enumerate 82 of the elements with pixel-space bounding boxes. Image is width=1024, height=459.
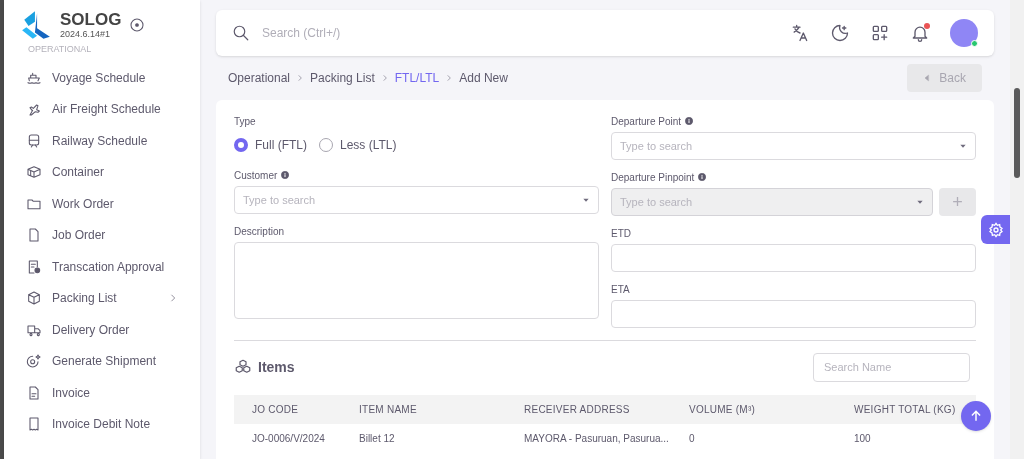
search-field[interactable]: Search (Ctrl+/) bbox=[262, 24, 770, 42]
sidebar-item[interactable]: Packing List bbox=[4, 282, 200, 314]
caret-left-icon bbox=[923, 74, 932, 82]
menu-item-icon bbox=[26, 227, 42, 244]
section-heading: OPERATIONAL bbox=[27, 44, 93, 54]
search-bar[interactable]: Search (Ctrl+/) bbox=[216, 10, 994, 56]
menu-item-icon bbox=[26, 353, 42, 370]
avatar[interactable] bbox=[950, 19, 978, 47]
sidebar-item[interactable]: Generate Shipment bbox=[4, 345, 200, 377]
dropdown-caret-icon bbox=[582, 196, 590, 204]
radio-option[interactable]: Full (FTL) bbox=[234, 136, 307, 154]
table-cell-text: 0 bbox=[689, 431, 696, 446]
column-header: ITEM NAME bbox=[359, 403, 418, 417]
menu-item-icon bbox=[26, 290, 42, 307]
breadcrumb-link[interactable]: Operational bbox=[228, 69, 291, 87]
sidebar-item[interactable]: Invoice bbox=[4, 377, 200, 409]
sidebar-item[interactable]: Work Order bbox=[4, 188, 200, 220]
boxes-icon bbox=[234, 358, 252, 376]
table-cell-text: 100 bbox=[854, 431, 872, 446]
sidebar-item[interactable]: Air Freight Schedule bbox=[4, 93, 200, 125]
sidebar-toggle-icon bbox=[129, 17, 146, 33]
menu-item-icon bbox=[26, 258, 42, 275]
app-title: SOLOG bbox=[60, 11, 122, 28]
placeholder-text: Type to search bbox=[620, 194, 694, 210]
placeholder-text: Type to search bbox=[620, 138, 694, 154]
info-icon bbox=[281, 171, 290, 179]
field-label: Departure Point bbox=[611, 114, 682, 129]
radio-option[interactable]: Less (LTL) bbox=[319, 136, 397, 154]
sidebar-item[interactable]: Invoice Debit Note bbox=[4, 408, 200, 440]
field-label: Type bbox=[234, 114, 256, 129]
sidebar-item[interactable]: Transcation Approval bbox=[4, 251, 200, 283]
field-label: Description bbox=[234, 224, 285, 239]
radio-button[interactable] bbox=[234, 138, 248, 152]
field-label: ETD bbox=[611, 226, 631, 241]
radio-label: Full (FTL) bbox=[255, 137, 307, 154]
radio-label: Less (LTL) bbox=[340, 137, 397, 154]
menu-item-icon bbox=[26, 132, 42, 149]
sidebar-item[interactable]: Delivery Order bbox=[4, 314, 200, 346]
menu-item-icon bbox=[26, 101, 42, 118]
breadcrumb-link[interactable]: Packing List bbox=[310, 69, 375, 87]
info-icon bbox=[698, 173, 707, 181]
menu-item-icon bbox=[26, 164, 42, 181]
chevron-right-icon bbox=[445, 74, 454, 82]
column-header: WEIGHT TOTAL (KG) bbox=[854, 403, 957, 417]
breadcrumb-link[interactable]: FTL/LTL bbox=[394, 69, 440, 87]
sidebar-item[interactable]: Job Order bbox=[4, 219, 200, 251]
placeholder-text: Type to search bbox=[243, 192, 317, 208]
description-field[interactable] bbox=[234, 242, 599, 319]
settings-button[interactable] bbox=[981, 215, 1010, 244]
settings-icon bbox=[987, 221, 1004, 238]
logo-icon bbox=[20, 9, 52, 41]
arrow-up-icon bbox=[969, 409, 983, 423]
menu-item-icon bbox=[26, 416, 42, 433]
sidebar-item[interactable]: Voyage Schedule bbox=[4, 62, 200, 94]
app-version: 2024.6.14#1 bbox=[60, 30, 112, 39]
search-icon bbox=[232, 24, 250, 42]
menu-item-icon bbox=[26, 384, 42, 401]
dropdown-caret-icon bbox=[959, 142, 967, 150]
table-cell-text: MAYORA - Pasuruan, Pasurua... bbox=[524, 431, 670, 446]
sidebar-item[interactable]: Railway Schedule bbox=[4, 125, 200, 157]
section-title: Items bbox=[258, 357, 295, 377]
text-field[interactable] bbox=[611, 300, 976, 328]
translate-icon[interactable] bbox=[790, 23, 810, 43]
sidebar-item[interactable]: Container bbox=[4, 156, 200, 188]
field-label: Customer bbox=[234, 168, 278, 183]
chevron-right-icon bbox=[296, 74, 305, 82]
column-header: VOLUME (M³) bbox=[689, 403, 757, 417]
text-field[interactable] bbox=[611, 244, 976, 272]
table-cell-text: JO-0006/V/2024 bbox=[252, 431, 326, 446]
field-label: ETA bbox=[611, 282, 630, 297]
field-label: Departure Pinpoint bbox=[611, 170, 695, 185]
moon-icon[interactable] bbox=[830, 23, 850, 43]
info-icon bbox=[685, 117, 694, 125]
grid-icon[interactable] bbox=[870, 23, 890, 43]
search-field[interactable]: Search Name bbox=[813, 352, 970, 382]
chevron-right-icon bbox=[168, 293, 178, 304]
chevron-right-icon bbox=[380, 74, 389, 82]
column-header: JO CODE bbox=[252, 403, 300, 417]
breadcrumb-link[interactable]: Add New bbox=[459, 69, 508, 87]
dropdown-caret-icon bbox=[916, 198, 924, 206]
table-cell-text: Billet 12 bbox=[359, 431, 396, 446]
column-header: RECEIVER ADDRESS bbox=[524, 403, 631, 417]
